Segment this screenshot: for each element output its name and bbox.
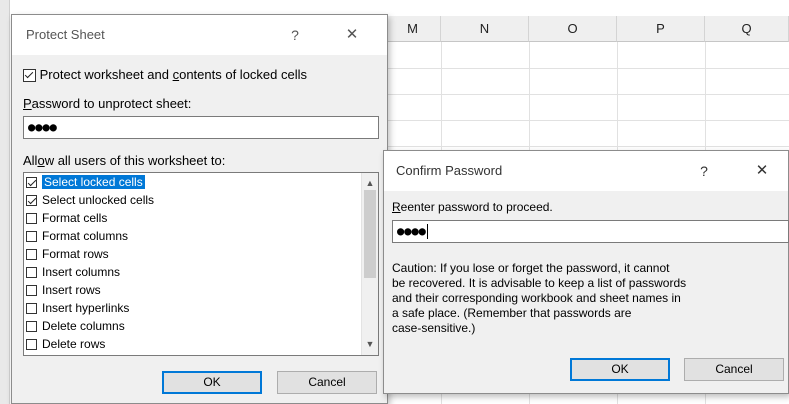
permission-item[interactable]: Delete columns — [26, 318, 125, 335]
grid-line — [385, 94, 789, 95]
confirm-password-input[interactable]: ●●●● — [392, 220, 789, 243]
ok-button[interactable]: OK — [570, 358, 670, 381]
permission-label: Select locked cells — [42, 175, 145, 189]
protect-sheet-titlebar[interactable]: Protect Sheet ? ✕ — [12, 15, 387, 55]
grid-line — [385, 146, 789, 147]
caution-text: Caution: If you lose or forget the passw… — [392, 261, 789, 336]
column-header-m[interactable]: M — [385, 16, 441, 42]
permission-item[interactable]: Format cells — [26, 210, 107, 227]
caution-line: case-sensitive.) — [392, 321, 476, 335]
permission-item[interactable]: Insert columns — [26, 264, 120, 281]
permissions-listbox[interactable]: ▲ ▼ Select locked cells Select unlocked c… — [23, 172, 379, 356]
permission-label: Delete rows — [42, 337, 106, 351]
permission-checkbox[interactable] — [26, 195, 37, 207]
ok-button[interactable]: OK — [162, 371, 262, 394]
grid-line — [385, 68, 789, 69]
grid-line — [385, 120, 789, 121]
help-icon[interactable]: ? — [687, 151, 721, 191]
reenter-password-label: Reenter password to proceed. — [392, 200, 553, 214]
cancel-button[interactable]: Cancel — [277, 371, 377, 394]
allow-users-label: Allow all users of this worksheet to: — [23, 153, 226, 168]
dialog-title: Confirm Password — [396, 163, 503, 178]
protect-contents-label: Protect worksheet and contents of locked… — [39, 67, 307, 82]
permission-label: Format columns — [42, 229, 129, 243]
permission-label: Format cells — [42, 211, 108, 225]
scroll-thumb[interactable] — [364, 190, 376, 278]
permission-label: Delete columns — [42, 319, 125, 333]
column-header-q[interactable]: Q — [705, 16, 789, 42]
permission-checkbox[interactable] — [26, 249, 37, 261]
cancel-button[interactable]: Cancel — [684, 358, 784, 381]
protect-contents-checkbox[interactable] — [23, 69, 36, 83]
permission-label: Insert hyperlinks — [42, 301, 130, 315]
column-header-o[interactable]: O — [529, 16, 617, 42]
protect-sheet-dialog: Protect Sheet ? ✕ Protect worksheet and … — [11, 14, 388, 404]
scroll-down-icon[interactable]: ▼ — [362, 336, 378, 353]
help-icon[interactable]: ? — [278, 15, 312, 55]
permission-checkbox[interactable] — [26, 285, 37, 297]
permission-label: Insert columns — [42, 265, 121, 279]
close-icon[interactable]: ✕ — [335, 15, 369, 55]
column-header-n[interactable]: N — [441, 16, 529, 42]
caution-line: and their corresponding workbook and she… — [392, 291, 681, 305]
permission-item[interactable]: Insert hyperlinks — [26, 300, 129, 317]
permission-item[interactable]: Select locked cells — [26, 174, 145, 191]
permission-label: Select unlocked cells — [42, 193, 155, 207]
permission-checkbox[interactable] — [26, 339, 37, 351]
permission-item[interactable]: Insert rows — [26, 282, 101, 299]
permission-label: Format rows — [42, 247, 109, 261]
permission-checkbox[interactable] — [26, 213, 37, 225]
confirm-password-titlebar[interactable]: Confirm Password ? ✕ — [384, 151, 788, 191]
password-label: Password to unprotect sheet: — [23, 96, 192, 111]
permission-item[interactable]: Format columns — [26, 228, 128, 245]
permission-checkbox[interactable] — [26, 231, 37, 243]
permission-checkbox[interactable] — [26, 303, 37, 315]
caution-line: be recovered. It is advisable to keep a … — [392, 276, 687, 290]
dialog-title: Protect Sheet — [26, 27, 105, 42]
permission-checkbox[interactable] — [26, 321, 37, 333]
close-icon[interactable]: ✕ — [745, 151, 779, 191]
protect-contents-checkbox-row[interactable]: Protect worksheet and contents of locked… — [23, 67, 307, 83]
permission-label: Insert rows — [42, 283, 101, 297]
listbox-scrollbar[interactable]: ▲ ▼ — [361, 173, 378, 355]
caution-line: a safe place. (Remember that passwords a… — [392, 306, 632, 320]
confirm-password-dialog: Confirm Password ? ✕ Reenter password to… — [383, 150, 789, 394]
permission-checkbox[interactable] — [26, 177, 37, 189]
permission-item[interactable]: Delete rows — [26, 336, 105, 353]
column-header-p[interactable]: P — [617, 16, 705, 42]
caution-line: Caution: If you lose or forget the passw… — [392, 261, 670, 275]
sheet-edge — [0, 0, 10, 404]
password-input[interactable]: ●●●● — [23, 116, 379, 139]
permission-checkbox[interactable] — [26, 267, 37, 279]
permission-item[interactable]: Format rows — [26, 246, 109, 263]
text-cursor — [426, 224, 428, 239]
permission-item[interactable]: Select unlocked cells — [26, 192, 154, 209]
